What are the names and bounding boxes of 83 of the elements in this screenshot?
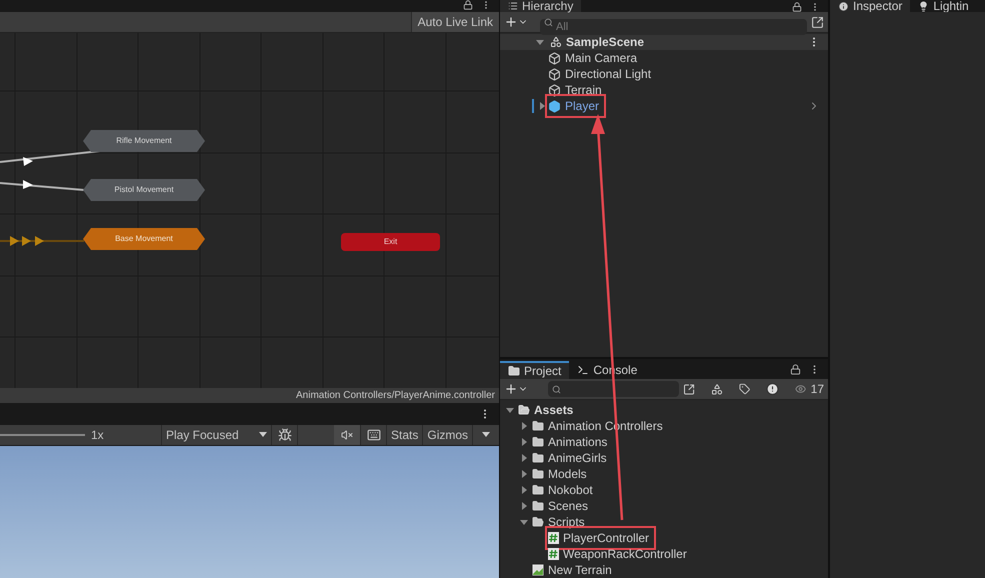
mute-icon [341, 429, 353, 441]
state-node[interactable]: Pistol Movement [83, 179, 205, 201]
folder-icon [508, 365, 520, 377]
mute-button[interactable] [334, 425, 360, 445]
search-field[interactable] [548, 381, 679, 397]
alert-icon[interactable] [766, 382, 780, 396]
lightbulb-icon [918, 0, 930, 12]
folder-icon [518, 404, 530, 416]
controller-path: Animation Controllers/PlayerAnime.controller [296, 389, 495, 403]
scene-name: SampleScene [566, 34, 644, 51]
hierarchy-item[interactable]: Player [548, 97, 604, 115]
expand-arrow[interactable] [520, 422, 528, 430]
hierarchy-item[interactable]: Directional Light [548, 65, 652, 83]
cube-icon [548, 100, 561, 112]
search-field[interactable]: All [540, 19, 807, 35]
hierarchy-item[interactable]: Main Camera [548, 49, 638, 67]
expand-arrow[interactable] [520, 486, 528, 494]
expand-arrow[interactable] [538, 102, 546, 110]
gizmos-button[interactable]: Gizmos [422, 425, 472, 445]
folder-icon [532, 468, 544, 480]
bug-icon [278, 428, 292, 442]
folder-icon [532, 500, 544, 512]
project-item[interactable]: Assets [518, 401, 574, 419]
info-icon [838, 0, 849, 12]
plus-icon [504, 382, 518, 396]
project-item[interactable]: Scripts [532, 513, 585, 531]
state-node[interactable]: Exit [341, 233, 440, 251]
hierarchy-item[interactable]: Terrain [548, 81, 602, 99]
expand-arrow[interactable] [506, 406, 514, 414]
project-item[interactable]: Models [532, 465, 587, 483]
search-icon [552, 384, 561, 394]
add-button[interactable] [504, 382, 528, 396]
caret-icon [482, 432, 490, 438]
script-icon [548, 548, 559, 560]
eye-icon[interactable] [795, 383, 807, 395]
add-button[interactable] [504, 15, 528, 29]
cube-icon [548, 52, 561, 64]
lock-icon[interactable] [790, 364, 801, 375]
folder-icon [532, 484, 544, 496]
expand-arrow[interactable] [520, 438, 528, 446]
expand-arrow[interactable] [536, 38, 544, 46]
cube-icon [548, 84, 561, 96]
folder-icon [532, 436, 544, 448]
expand-arrow[interactable] [520, 518, 528, 526]
open-window-icon[interactable] [811, 16, 824, 28]
folder-icon [532, 516, 544, 528]
project-item[interactable]: Animations [532, 433, 608, 451]
expand-arrow[interactable] [520, 454, 528, 462]
play-mode-dropdown[interactable]: Play Focused [161, 425, 271, 445]
console-icon [577, 364, 590, 376]
folder-icon [532, 452, 544, 464]
terrain-icon [532, 564, 544, 576]
project-item[interactable]: Scenes [532, 497, 588, 515]
tag-icon[interactable] [739, 383, 750, 395]
project-item[interactable]: Nokobot [532, 481, 593, 499]
state-node[interactable]: Rifle Movement [83, 130, 205, 152]
expand-arrow[interactable] [520, 470, 528, 478]
panel-tab[interactable]: Inspector [830, 0, 910, 12]
project-item[interactable]: PlayerController [548, 529, 654, 547]
plus-icon [504, 15, 518, 29]
lock-icon[interactable] [463, 0, 473, 10]
lock-icon[interactable] [792, 2, 802, 12]
cube-icon [548, 68, 561, 80]
project-item[interactable]: WeaponRackController [548, 545, 687, 563]
stats-button[interactable]: Stats [386, 425, 422, 445]
hierarchy-tab[interactable]: Hierarchy [500, 0, 582, 12]
panel-tab[interactable]: Lightin [910, 0, 977, 12]
script-icon [548, 532, 559, 544]
folder-icon [532, 420, 544, 432]
project-item[interactable]: AnimeGirls [532, 449, 607, 467]
auto-live-link-button[interactable]: Auto Live Link [410, 12, 499, 32]
expand-arrow[interactable] [520, 502, 528, 510]
list-icon [508, 1, 518, 11]
hidden-count: 17 [810, 381, 824, 398]
search-icon [544, 18, 553, 27]
open-window-icon[interactable] [683, 382, 696, 396]
scale-value: 1x [91, 427, 105, 444]
project-item[interactable]: New Terrain [532, 561, 612, 578]
caret-icon [259, 432, 267, 438]
shapes-icon[interactable] [711, 382, 724, 396]
keyboard-icon [366, 428, 380, 442]
panel-tab[interactable]: Project [500, 361, 570, 379]
scene-row[interactable]: SampleScene [500, 34, 828, 50]
